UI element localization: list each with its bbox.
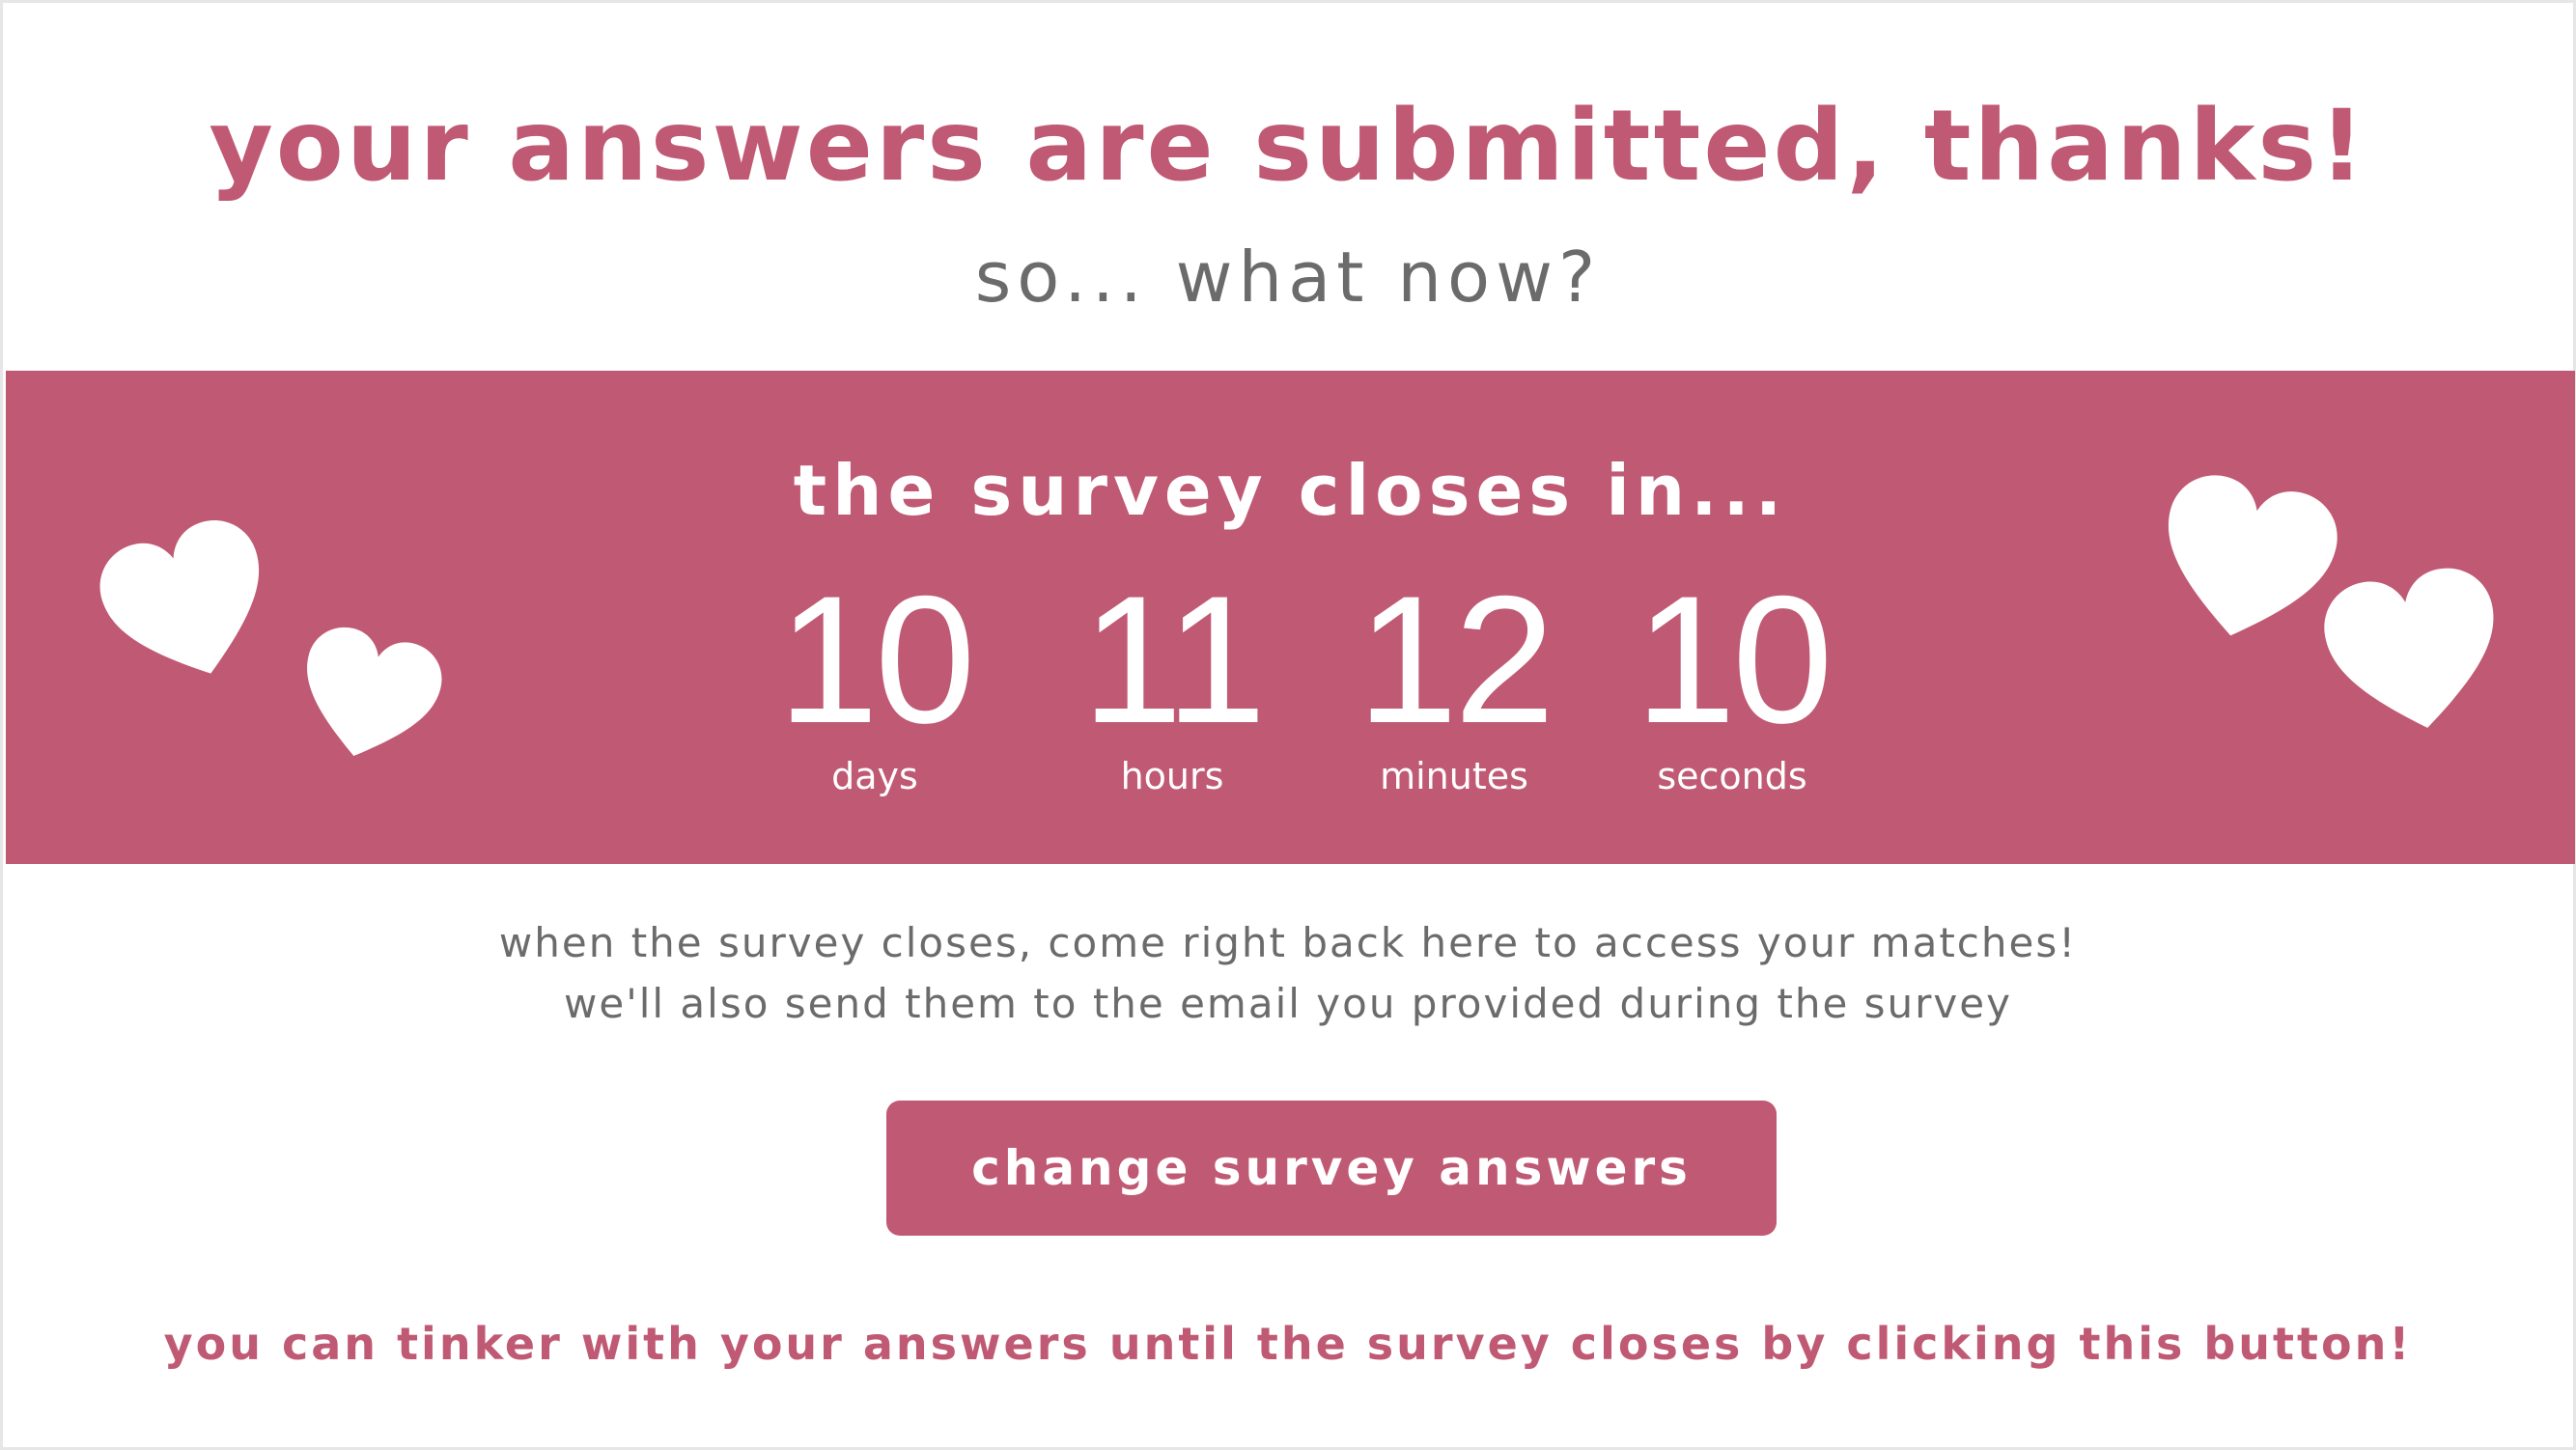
countdown-timer: 10 days 11 hours 12 minutes 10 seconds (6, 569, 2575, 800)
countdown-seconds-label: seconds (1657, 755, 1807, 797)
countdown-banner: the survey closes in... 10 days 11 hours… (6, 371, 2575, 864)
countdown-minutes-label: minutes (1380, 755, 1528, 797)
countdown-minutes-value: 12 (1357, 558, 1554, 761)
countdown-hours: 11 hours (1027, 569, 1317, 795)
countdown-seconds: 10 seconds (1587, 569, 1877, 795)
change-answers-hint: you can tinker with your answers until t… (163, 1318, 2413, 1370)
page-title: your answers are submitted, thanks! (209, 89, 2367, 204)
info-text-line-1: when the survey closes, come right back … (498, 919, 2078, 966)
countdown-hours-label: hours (1120, 755, 1224, 797)
page-subtitle: so... what now? (974, 237, 1602, 318)
countdown-seconds-value: 10 (1635, 558, 1833, 761)
info-text-line-2: we'll also send them to the email you pr… (564, 980, 2012, 1027)
change-survey-answers-button[interactable]: change survey answers (886, 1101, 1777, 1236)
countdown-hours-value: 11 (1081, 558, 1266, 761)
countdown-days-value: 10 (777, 558, 975, 761)
countdown-title: the survey closes in... (793, 450, 1788, 531)
countdown-minutes: 12 minutes (1309, 569, 1599, 795)
page-container: your answers are submitted, thanks! so..… (0, 0, 2576, 1450)
countdown-days-label: days (831, 755, 918, 797)
countdown-days: 10 days (730, 569, 1020, 795)
